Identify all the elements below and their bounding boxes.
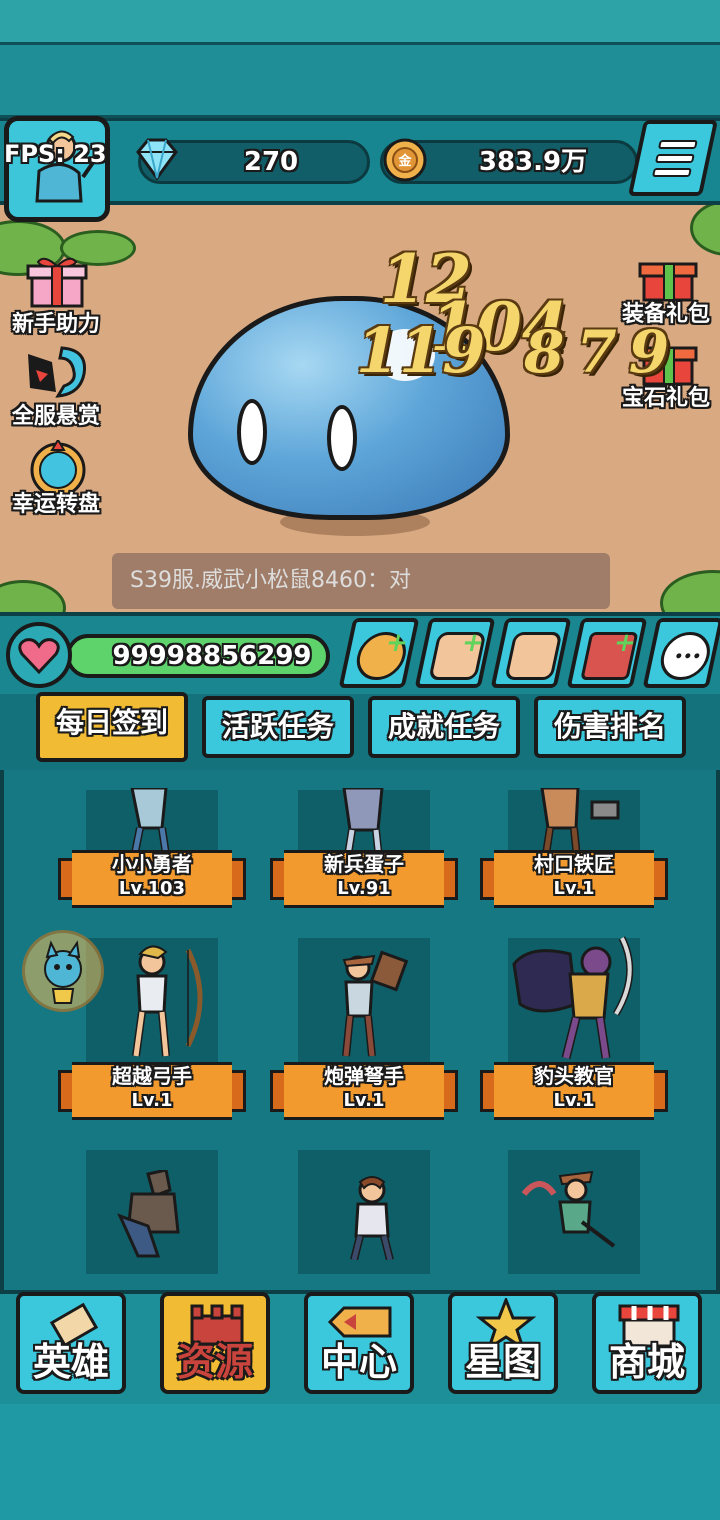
bottom-band — [0, 1404, 720, 1520]
hero-level: Lv.1 — [553, 878, 595, 899]
nav-label: 资源 — [176, 1340, 253, 1384]
hero-figure-icon — [521, 1170, 616, 1248]
hero-level: Lv.103 — [118, 878, 186, 899]
hero-nameplate: 小小勇者 Lv.103 — [58, 850, 246, 908]
side-label: 全服悬赏 — [11, 404, 100, 429]
hero-grid: 小小勇者 Lv.103 新兵蛋子 Lv.91 村口铁匠 Lv.1 超越弓手 Lv… — [0, 770, 720, 1290]
lucky-wheel-button[interactable]: 幸运转盘 — [6, 440, 106, 520]
newbie-help-button[interactable]: 新手助力 — [6, 252, 106, 337]
side-label: 新手助力 — [11, 312, 100, 337]
hero-level: Lv.1 — [343, 1090, 385, 1111]
hero-name: 炮弹弩手 — [324, 1064, 404, 1088]
hero-nameplate: 新兵蛋子 Lv.91 — [270, 850, 458, 908]
hero-name: 小小勇者 — [112, 852, 192, 876]
hero-name: 村口铁匠 — [534, 852, 614, 876]
nav-label: 星图 — [464, 1340, 541, 1384]
hero-nameplate: 村口铁匠 Lv.1 — [480, 850, 668, 908]
side-label: 幸运转盘 — [11, 492, 100, 517]
crossbow-figure-icon — [342, 950, 409, 1057]
tab-damage-ranking[interactable]: 伤害排名 — [534, 696, 686, 758]
hero-figure-icon — [350, 1176, 394, 1260]
werewolf-figure-icon — [117, 1170, 180, 1258]
pet-assistant-button[interactable] — [22, 930, 104, 1012]
slime-eye — [327, 405, 357, 471]
nav-shop[interactable]: 商城 — [592, 1292, 702, 1394]
svg-text:金: 金 — [397, 153, 412, 169]
nav-center[interactable]: 中心 — [304, 1292, 414, 1394]
nav-resources[interactable]: 资源 — [160, 1292, 270, 1394]
gift-icon — [26, 257, 88, 308]
hero-name: 超越弓手 — [112, 1064, 192, 1088]
gold-coin-icon: 金 — [383, 138, 427, 182]
cat-pet-icon — [44, 940, 82, 1004]
hp-bar: 99998856299 — [66, 634, 330, 678]
hero-portrait-icon — [35, 130, 103, 203]
server-bounty-button[interactable]: 全服悬赏 — [6, 342, 106, 429]
damage-number: 879 — [524, 318, 682, 386]
player-avatar[interactable] — [4, 116, 110, 222]
gold-value: 383.9万 — [478, 147, 588, 177]
tab-achievement-tasks[interactable]: 成就任务 — [368, 696, 520, 758]
world-chat-message[interactable]: S39服.威武小松鼠8460：对 — [112, 553, 610, 609]
bush — [690, 200, 720, 256]
hero-nameplate: 豹头教官 Lv.1 — [480, 1062, 668, 1120]
damage-number: 119 — [356, 314, 486, 387]
fps-counter: FPS: 23 — [4, 140, 107, 168]
hero-level: Lv.1 — [131, 1090, 173, 1111]
fist-icon — [504, 632, 563, 680]
heart-icon — [18, 638, 60, 675]
slime-eye — [237, 399, 267, 465]
hero-nameplate: 炮弹弩手 Lv.1 — [270, 1062, 458, 1120]
nav-label: 商城 — [608, 1340, 685, 1384]
bounty-icon — [28, 346, 87, 398]
menu-icon — [657, 140, 698, 149]
nav-heroes[interactable]: 英雄 — [16, 1292, 126, 1394]
top-band — [0, 0, 720, 45]
speech-bubble-icon: ••• — [656, 632, 715, 680]
hero-name: 豹头教官 — [534, 1064, 614, 1088]
nav-label: 英雄 — [32, 1340, 109, 1384]
hero-name: 新兵蛋子 — [324, 852, 404, 876]
hp-value: 99998856299 — [112, 641, 312, 671]
tab-daily-checkin[interactable]: 每日签到 — [36, 692, 188, 762]
nav-star-map[interactable]: 星图 — [448, 1292, 558, 1394]
nav-label: 中心 — [320, 1340, 397, 1384]
hero-nameplate: 超越弓手 Lv.1 — [58, 1062, 246, 1120]
hero-level: Lv.91 — [337, 878, 391, 899]
hp-heart — [6, 622, 72, 688]
panther-figure-icon — [512, 936, 634, 1060]
tab-active-tasks[interactable]: 活跃任务 — [202, 696, 354, 758]
chat-button[interactable]: ••• — [642, 618, 720, 688]
top-panel — [0, 45, 720, 118]
hero-level: Lv.1 — [553, 1090, 595, 1111]
gem-value: 270 — [243, 147, 299, 177]
archer-figure-icon — [132, 945, 203, 1057]
diamond-icon — [136, 138, 178, 181]
